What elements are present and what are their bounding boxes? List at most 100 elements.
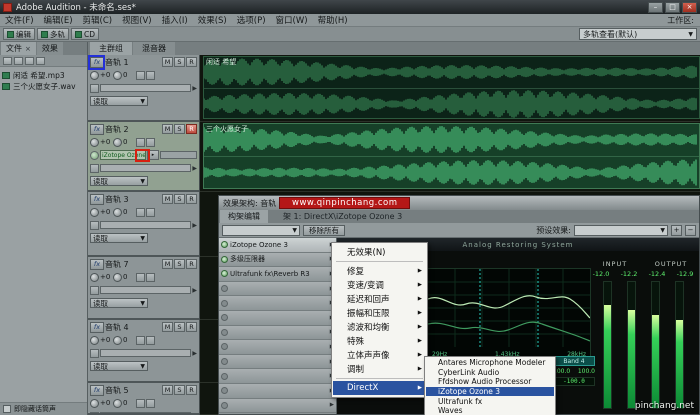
mute-button[interactable]: M [162,385,173,395]
list-item[interactable]: 三个火愿女子.wav [2,81,85,92]
menu-item[interactable]: 帮助(H) [313,14,353,26]
automation-mode-dropdown[interactable]: 读取 ▼ [90,96,148,106]
stepper-icon[interactable] [136,335,145,345]
effect-slot[interactable]: Ultrafunk fx\Reverb R3▶ [219,267,336,282]
automation-mode-dropdown[interactable]: 读取 ▼ [90,361,148,371]
track-name[interactable]: 音轨 3 [105,194,161,205]
delete-preset-button[interactable]: − [685,224,696,236]
record-arm-button[interactable]: R [186,57,197,67]
tab-mixer[interactable]: 混音器 [133,42,175,55]
volume-knob[interactable] [90,137,99,147]
tab-main-group[interactable]: 主群组 [90,42,132,55]
volume-knob[interactable] [90,272,99,282]
submenu-item[interactable]: Waves [426,406,554,415]
menu-item[interactable]: 视图(V) [117,14,156,26]
menu-item[interactable]: 编辑(E) [39,14,78,26]
stepper-icon[interactable] [146,398,155,408]
track-name[interactable]: 音轨 2 [105,124,161,135]
menu-item[interactable]: 窗口(W) [271,14,313,26]
record-arm-button[interactable]: R [186,322,197,332]
power-icon[interactable] [221,387,228,395]
menu-item[interactable]: 效果(S) [193,14,232,26]
record-arm-button[interactable]: R [186,259,197,269]
submenu-item[interactable]: Ffdshow Audio Processor [426,377,554,387]
stepper-icon[interactable] [136,70,145,80]
track-name[interactable]: 音轨 4 [105,322,161,333]
context-menu-item[interactable]: 变速/变调 ▶ [333,278,426,292]
media-browser-icon[interactable] [25,56,34,65]
power-icon[interactable] [221,314,228,322]
spectrum-analyzer[interactable]: 29Hz 1.43kHz 28kHz [427,268,591,360]
effect-slot[interactable]: 多级压限器▶ [219,252,336,268]
solo-button[interactable]: S [174,385,185,395]
power-icon[interactable] [221,255,228,263]
tab-effects[interactable]: 效果 [36,42,63,55]
band-button[interactable]: Band 4 [553,356,595,366]
track-name[interactable]: 音轨 1 [105,57,161,68]
fx-chip-icon[interactable]: fx [90,193,104,205]
mute-button[interactable]: M [162,259,173,269]
effect-slot[interactable]: ▶ [219,296,336,311]
power-icon[interactable] [221,328,228,336]
power-icon[interactable] [221,343,228,351]
context-menu-item[interactable]: 调制 ▶ [333,362,426,376]
output-bus-selector[interactable] [100,286,192,294]
open-folder-icon[interactable] [14,56,23,65]
track-fx-slot[interactable]: iZotope Ozone 3 [100,150,146,160]
effect-slot[interactable]: ▶ [219,383,336,399]
stepper-icon[interactable] [136,272,145,282]
stepper-icon[interactable] [136,207,145,217]
solo-button[interactable]: S [174,322,185,332]
remove-all-button[interactable]: 移除所有 [303,224,345,236]
context-menu-item[interactable]: 特殊 ▶ [333,334,426,348]
power-icon[interactable] [221,372,228,380]
automation-mode-dropdown[interactable]: 读取 ▼ [90,233,148,243]
output-bus-selector[interactable] [100,84,192,92]
volume-knob[interactable] [90,207,99,217]
mute-button[interactable]: M [162,124,173,134]
solo-button[interactable]: S [174,57,185,67]
power-icon[interactable] [221,241,228,249]
pan-knob[interactable] [113,335,122,345]
context-menu-item[interactable]: 延迟和回声 ▶ [333,292,426,306]
stepper-icon[interactable] [136,137,145,147]
submenu-item[interactable]: iZotope Ozone 3 [426,386,554,397]
view-switch-button[interactable]: CD [71,28,100,40]
tab-rack-edit[interactable]: 构架编辑 [220,210,268,223]
view-switch-button[interactable]: 多轨 [37,28,69,40]
record-arm-button[interactable]: R [186,385,197,395]
pan-knob[interactable] [113,207,122,217]
record-arm-button[interactable]: R [186,194,197,204]
effect-slot[interactable]: ▶ [219,310,336,326]
track-name[interactable]: 音轨 7 [105,259,161,270]
fx-chip-icon[interactable]: fx [90,123,104,135]
stepper-icon[interactable] [136,398,145,408]
automation-mode-dropdown[interactable]: 读取 ▼ [90,298,148,308]
submenu-item[interactable]: Ultrafunk fx [426,396,554,406]
checkbox-icon[interactable] [3,405,11,413]
fx-chip-icon[interactable]: fx [90,384,104,396]
power-icon[interactable] [221,270,228,278]
view-switch-button[interactable]: 编辑 [3,28,35,40]
effect-slot[interactable]: iZotope Ozone 3▶ [219,238,336,253]
power-icon[interactable] [221,401,228,409]
stepper-icon[interactable] [146,137,155,147]
effect-slot[interactable]: ▶ [219,354,336,370]
trash-icon[interactable] [36,56,45,65]
submenu-item[interactable]: CyberLink Audio [426,368,554,378]
stepper-icon[interactable] [146,272,155,282]
preset-dropdown[interactable]: ▼ [222,224,300,236]
volume-knob[interactable] [90,70,99,80]
track-lane[interactable]: 三个火愿女子 [200,122,700,192]
list-item[interactable]: 闲适 希望.mp3 [2,70,85,81]
fx-power-icon[interactable] [90,150,99,160]
preset-effects-dropdown[interactable]: ▼ [574,224,668,236]
close-icon[interactable]: × [25,45,31,53]
effect-slot[interactable]: ▶ [219,369,336,384]
menu-item[interactable]: 文件(F) [0,14,39,26]
volume-knob[interactable] [90,335,99,345]
tab-files[interactable]: 文件 × [1,42,36,55]
menu-item[interactable]: 剪辑(C) [78,14,118,26]
fx-chip-icon[interactable]: fx [90,56,104,68]
output-bus-selector[interactable] [100,349,192,357]
